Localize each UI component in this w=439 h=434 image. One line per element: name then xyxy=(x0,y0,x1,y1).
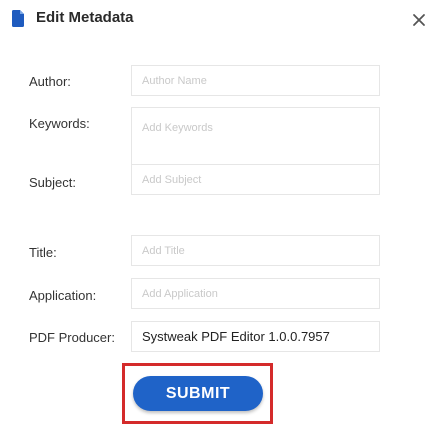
author-label: Author: xyxy=(29,74,71,89)
author-input[interactable] xyxy=(131,65,380,96)
document-icon xyxy=(12,10,24,27)
title-label: Title: xyxy=(29,245,57,260)
keywords-input[interactable] xyxy=(131,107,380,170)
submit-highlight-frame: SUBMIT xyxy=(122,363,273,424)
close-icon[interactable] xyxy=(411,12,427,28)
subject-input[interactable] xyxy=(131,164,380,195)
submit-button[interactable]: SUBMIT xyxy=(133,376,263,411)
pdf-producer-input[interactable] xyxy=(131,321,380,352)
keywords-label: Keywords: xyxy=(29,116,90,131)
dialog-title: Edit Metadata xyxy=(36,9,134,26)
application-label: Application: xyxy=(29,288,97,303)
application-input[interactable] xyxy=(131,278,380,309)
subject-label: Subject: xyxy=(29,175,76,190)
edit-metadata-dialog: Edit Metadata Author: Keywords: Subject:… xyxy=(0,0,439,434)
title-input[interactable] xyxy=(131,235,380,266)
pdf-producer-label: PDF Producer: xyxy=(29,330,115,345)
